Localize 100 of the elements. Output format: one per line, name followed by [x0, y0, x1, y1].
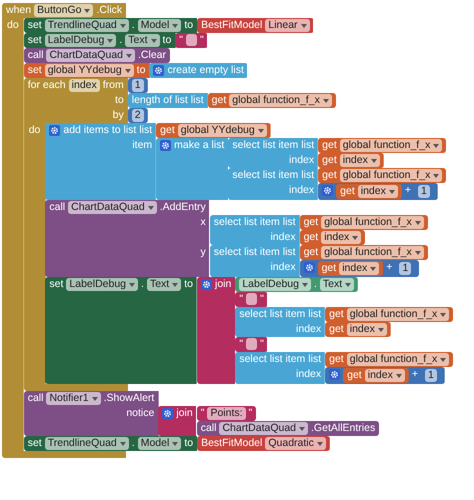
block-label: get — [329, 308, 344, 321]
input-field[interactable]: 1 — [424, 369, 437, 382]
dropdown[interactable]: global function_f_x — [340, 169, 442, 182]
dropdown[interactable]: index — [358, 185, 398, 198]
variable-block[interactable]: get global function_f_x — [300, 215, 428, 230]
variable-block[interactable]: get index — [300, 230, 366, 245]
variable-block[interactable]: get global function_f_x — [325, 307, 454, 322]
input-field[interactable]: 1 — [132, 79, 144, 92]
dropdown[interactable]: global YYdebug — [44, 64, 134, 77]
variable-block[interactable]: get global function_f_x — [318, 138, 446, 153]
block-label: BestFitModel — [201, 19, 262, 32]
text-block[interactable]: " " — [175, 33, 208, 48]
dropdown[interactable]: TrendlineQuad — [44, 437, 129, 450]
variable-block[interactable]: get global function_f_x — [318, 168, 446, 183]
math-block[interactable]: get index + 1 — [300, 260, 420, 277]
dropdown[interactable]: Model — [138, 19, 182, 32]
variable-block[interactable]: get global function_f_x — [300, 245, 428, 260]
list-block[interactable]: select list item list get global function_f_x index get index + 1 — [235, 352, 454, 384]
input-field[interactable]: 1 — [399, 262, 412, 275]
option-block[interactable]: BestFitModel Quadratic — [197, 436, 330, 451]
block-label: get — [160, 124, 175, 137]
block-label: from — [102, 79, 124, 92]
text-block[interactable]: " Points: " — [196, 406, 256, 421]
setter-block[interactable]: set LabelDebug . Text to " " — [24, 33, 208, 48]
dropdown[interactable]: global YYdebug — [178, 124, 267, 137]
dropdown[interactable]: Model — [138, 437, 182, 450]
dropdown[interactable]: global function_f_x — [321, 246, 424, 259]
text-block[interactable]: join LabelDebug . Text " " select list item list get global function_f_x index get index " " select list item list get global function_f_x index get index + 1 — [196, 277, 454, 384]
math-block[interactable]: 1 — [128, 78, 148, 93]
setter-block[interactable]: set TrendlineQuad . Model to BestFitModel Quadratic — [24, 436, 330, 451]
caret-icon — [370, 158, 377, 162]
dropdown[interactable]: Text — [320, 278, 354, 291]
dropdown[interactable]: LabelDebug — [239, 278, 311, 291]
dropdown[interactable]: index — [364, 369, 405, 382]
gear-icon — [200, 279, 212, 290]
input-field[interactable]: 2 — [132, 109, 144, 122]
dropdown[interactable]: Notifier1 — [46, 392, 101, 405]
dropdown[interactable]: index — [339, 262, 380, 275]
list-block[interactable]: select list item list get global function_f_x index get index + 1 — [210, 245, 428, 277]
dropdown[interactable]: index — [321, 231, 362, 244]
variable-block[interactable]: get global function_f_x — [208, 93, 336, 108]
dropdown[interactable]: Linear — [265, 19, 310, 32]
method-block[interactable]: call ChartDataQuad .AddEntry x select list item list get global function_f_x index get index y select list item list get global function_f_x index get index + 1 — [45, 200, 428, 277]
caret-icon — [299, 426, 306, 430]
dropdown[interactable]: index — [346, 323, 387, 336]
list-block[interactable]: select list item list get global function_f_x index get index + 1 — [228, 168, 446, 200]
getter-block[interactable]: LabelDebug . Text — [235, 277, 358, 292]
dropdown[interactable]: TrendlineQuad — [44, 19, 129, 32]
dropdown[interactable]: ChartDataQuad — [46, 49, 135, 62]
text-block[interactable]: " " — [235, 337, 268, 352]
dropdown[interactable]: LabelDebug — [66, 278, 138, 291]
dropdown[interactable]: global function_f_x — [229, 94, 332, 107]
dropdown[interactable]: ButtonGo — [34, 4, 94, 17]
caret-icon — [414, 220, 421, 224]
input-field[interactable] — [186, 34, 198, 46]
dropdown[interactable]: index — [340, 154, 380, 167]
math-block[interactable]: get index + 1 — [325, 367, 445, 384]
variable-block[interactable]: get index — [318, 153, 384, 168]
input-field[interactable]: index — [68, 79, 100, 92]
variable-block[interactable]: get global YYdebug — [156, 123, 271, 138]
dropdown[interactable]: Text — [146, 278, 182, 291]
dropdown[interactable]: LabelDebug — [44, 34, 116, 47]
method-block[interactable]: call ChartDataQuad .GetAllEntries — [196, 421, 380, 436]
text-block[interactable]: " " — [235, 292, 268, 307]
dropdown[interactable]: global function_f_x — [346, 353, 450, 366]
dropdown[interactable]: ChartDataQuad — [219, 422, 308, 435]
block-label: index — [296, 368, 322, 381]
block-label: list — [282, 216, 296, 229]
math-block[interactable]: 2 — [128, 108, 148, 123]
input-field[interactable] — [246, 338, 258, 350]
block-label: " — [200, 407, 204, 420]
caret-icon — [300, 24, 307, 28]
variable-block[interactable]: set global YYdebug to create empty list — [24, 63, 248, 78]
input-field[interactable]: 1 — [418, 185, 430, 198]
block-label: get — [322, 154, 337, 167]
list-block[interactable]: select list item list get global function_f_x index get index — [235, 307, 454, 337]
list-block[interactable]: make a list select list item list get global function_f_x index get index select list item list get global function_f_x index get index + 1 — [156, 138, 446, 200]
list-block[interactable]: length of list list get global function_f_x — [128, 93, 336, 108]
dropdown[interactable]: global function_f_x — [321, 216, 424, 229]
input-field[interactable] — [246, 293, 258, 305]
dropdown[interactable]: global function_f_x — [346, 308, 450, 321]
caret-icon — [433, 144, 440, 148]
input-field[interactable]: Points: — [207, 407, 246, 420]
setter-block[interactable]: set LabelDebug . Text to join LabelDebug . Text " " select list item list get global function_f_x index get index " " select list item list get global function_f_x index get index + 1 — [45, 277, 454, 384]
dropdown[interactable]: global function_f_x — [340, 139, 442, 152]
variable-block[interactable]: get index — [336, 184, 402, 199]
variable-block[interactable]: get index — [343, 368, 409, 383]
variable-block[interactable]: get index — [318, 261, 384, 276]
list-block[interactable]: add items to list list get global YYdebug item make a list select list item list get global function_f_x index get index select list item list get global function_f_x index get index + 1 — [45, 123, 446, 200]
setter-block[interactable]: set TrendlineQuad . Model to BestFitModel Linear — [24, 18, 314, 33]
gear-icon — [153, 65, 164, 76]
dropdown[interactable]: ChartDataQuad — [68, 201, 157, 214]
dropdown[interactable]: Text — [125, 34, 160, 47]
option-block[interactable]: BestFitModel Linear — [197, 18, 314, 33]
variable-block[interactable]: get global function_f_x — [325, 352, 454, 367]
variable-block[interactable]: get index — [325, 322, 391, 337]
math-block[interactable]: get index + 1 — [318, 183, 438, 200]
dropdown[interactable]: Quadratic — [265, 437, 326, 450]
method-block[interactable]: call ChartDataQuad .Clear — [24, 48, 170, 63]
block-label: select list item — [214, 216, 280, 229]
